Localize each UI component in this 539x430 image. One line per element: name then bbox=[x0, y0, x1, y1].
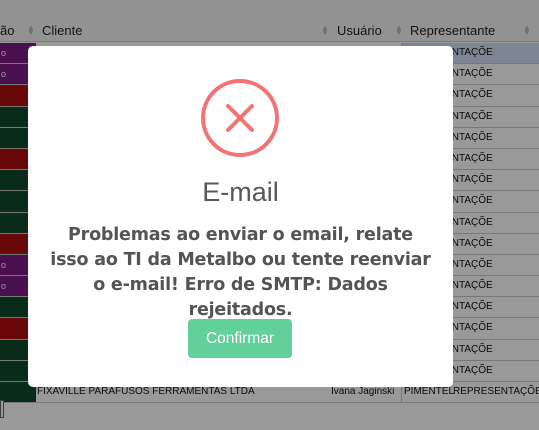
error-x-icon bbox=[201, 79, 279, 157]
dialog-message: Problemas ao enviar o email, relate isso… bbox=[50, 225, 431, 320]
confirm-button[interactable]: Confirmar bbox=[188, 319, 292, 358]
error-dialog: E-mail Problemas ao enviar o email, rela… bbox=[28, 46, 453, 387]
dialog-title: E-mail bbox=[202, 177, 279, 207]
